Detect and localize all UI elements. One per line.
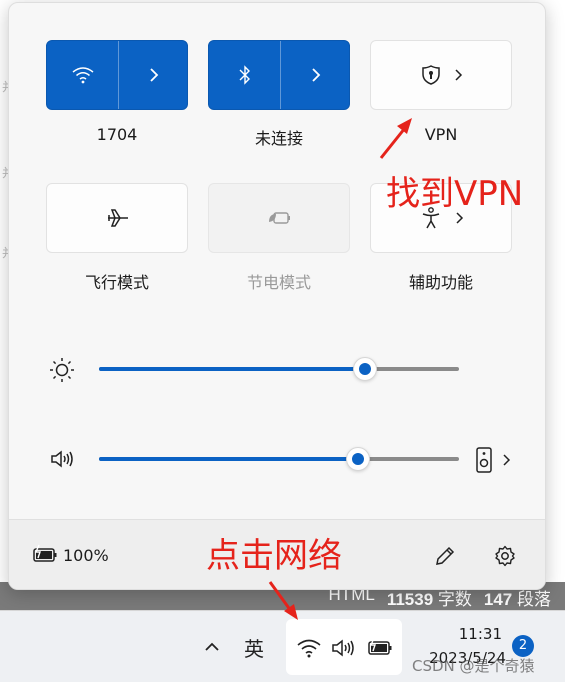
arrow-to-network <box>268 581 298 620</box>
arrow-to-vpn <box>379 118 412 159</box>
annotation-arrows <box>268 118 412 620</box>
